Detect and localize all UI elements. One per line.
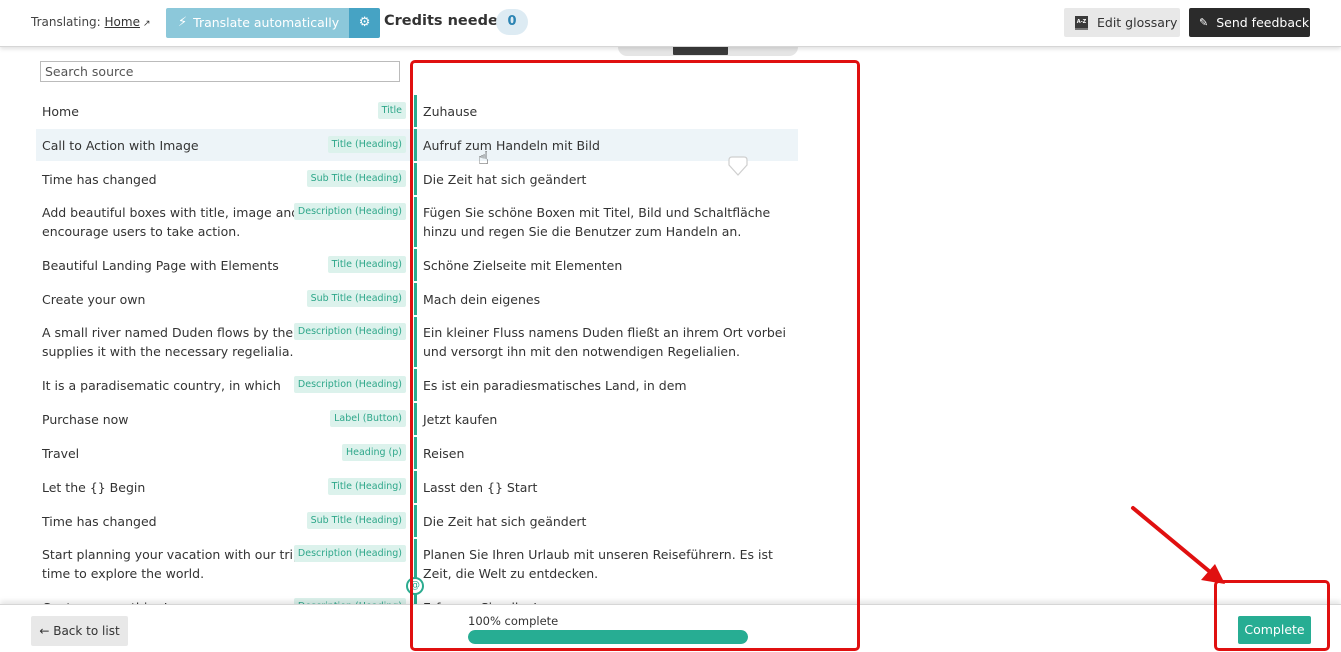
field-type-tag: Title (Heading) <box>327 136 406 153</box>
translation-row: Create your own Sub Title (Heading) Mach… <box>36 283 798 315</box>
field-type-tag: Title (Heading) <box>327 478 406 495</box>
pencil-icon: ✎ <box>1199 16 1209 29</box>
complete-button[interactable]: Complete <box>1238 616 1311 644</box>
target-text: Lasst den {} Start <box>423 479 538 495</box>
translation-row: A small river named Duden flows by their… <box>36 317 798 367</box>
translating-label: Translating: <box>31 15 101 29</box>
target-cell[interactable]: Mach dein eigenes <box>417 283 798 315</box>
translation-row: Let the {} Begin Title (Heading) Lasst d… <box>36 471 798 503</box>
source-cell[interactable]: Time has changed Sub Title (Heading) <box>36 505 410 537</box>
translation-row: Time has changed Sub Title (Heading) Die… <box>36 505 798 537</box>
translation-rows: Home Title Zuhause Call to Action with I… <box>36 95 798 625</box>
edit-glossary-button[interactable]: A-Z Edit glossary <box>1064 8 1180 37</box>
target-cell[interactable]: Lasst den {} Start <box>417 471 798 503</box>
target-cell[interactable]: Zuhause <box>417 95 798 127</box>
source-cell[interactable]: Travel Heading (p) <box>36 437 410 469</box>
page-link[interactable]: Home <box>105 15 140 29</box>
source-cell[interactable]: Beautiful Landing Page with Elements Tit… <box>36 249 410 281</box>
top-bar: Translating: Home ↗ ⚡ Translate automatic… <box>0 0 1341 47</box>
source-cell[interactable]: It is a paradisematic country, in which … <box>36 369 410 401</box>
translation-row: Add beautiful boxes with title, image an… <box>36 197 798 247</box>
translation-row: Travel Heading (p) Reisen <box>36 437 798 469</box>
source-text: Home <box>42 103 79 119</box>
panel-handle-tab[interactable] <box>618 47 798 56</box>
lightning-icon: ⚡ <box>178 15 188 30</box>
progress-bar <box>468 630 748 644</box>
translate-automatically-button[interactable]: ⚡ Translate automatically <box>166 8 350 38</box>
translate-automatically-label: Translate automatically <box>193 15 340 30</box>
target-text: Aufruf zum Handeln mit Bild <box>423 137 600 153</box>
source-cell[interactable]: Create your own Sub Title (Heading) <box>36 283 410 315</box>
field-type-tag: Heading (p) <box>342 444 406 461</box>
field-type-tag: Description (Heading) <box>293 323 406 340</box>
translation-row: Home Title Zuhause <box>36 95 798 127</box>
target-text: Planen Sie Ihren Urlaub mit unseren Reis… <box>423 547 773 581</box>
send-feedback-label: Send feedback <box>1216 15 1310 30</box>
footer-bar: ← Back to list 100% complete Complete <box>0 604 1341 652</box>
target-text: Schöne Zielseite mit Elementen <box>423 257 623 273</box>
translation-row: Purchase now Label (Button) Jetzt kaufen <box>36 403 798 435</box>
target-text: Mach dein eigenes <box>423 291 541 307</box>
field-type-tag: Sub Title (Heading) <box>306 170 406 187</box>
translate-automatically-group: ⚡ Translate automatically ⚙ <box>166 8 381 38</box>
source-cell[interactable]: Call to Action with Image Title (Heading… <box>36 129 410 161</box>
target-text: Es ist ein paradiesmatisches Land, in de… <box>423 377 687 393</box>
auto-translate-settings-button[interactable]: ⚙ <box>349 8 381 38</box>
field-type-tag: Sub Title (Heading) <box>306 290 406 307</box>
field-type-tag: Description (Heading) <box>293 203 406 220</box>
source-cell[interactable]: Purchase now Label (Button) <box>36 403 410 435</box>
target-text: Die Zeit hat sich geändert <box>423 171 587 187</box>
source-cell[interactable]: Start planning your vacation with our tr… <box>36 539 410 589</box>
translation-row: Call to Action with Image Title (Heading… <box>36 129 798 161</box>
target-text: Reisen <box>423 445 465 461</box>
external-link-icon[interactable]: ↗ <box>143 19 151 29</box>
field-type-tag: Label (Button) <box>330 410 406 427</box>
edit-glossary-label: Edit glossary <box>1097 15 1178 30</box>
translation-row: Beautiful Landing Page with Elements Tit… <box>36 249 798 281</box>
source-cell[interactable]: Let the {} Begin Title (Heading) <box>36 471 410 503</box>
source-cell[interactable]: Home Title <box>36 95 410 127</box>
target-text: Die Zeit hat sich geändert <box>423 513 587 529</box>
credits-needed-badge: 0 <box>496 9 528 35</box>
translation-row: Time has changed Sub Title (Heading) Die… <box>36 163 798 195</box>
panel-grip-handle[interactable] <box>673 47 728 55</box>
target-text: Fügen Sie schöne Boxen mit Titel, Bild u… <box>423 205 771 239</box>
target-cell[interactable]: Fügen Sie schöne Boxen mit Titel, Bild u… <box>417 197 798 247</box>
field-type-tag: Title <box>377 102 406 119</box>
target-cell[interactable]: Ein kleiner Fluss namens Duden fließt an… <box>417 317 798 367</box>
help-icon[interactable]: @ <box>406 577 424 595</box>
field-type-tag: Sub Title (Heading) <box>306 512 406 529</box>
translating-info: Translating: Home ↗ <box>31 15 151 29</box>
progress-label: 100% complete <box>468 614 559 628</box>
field-type-tag: Description (Heading) <box>293 545 406 562</box>
source-cell[interactable]: Add beautiful boxes with title, image an… <box>36 197 410 247</box>
field-type-tag: Description (Heading) <box>293 376 406 393</box>
translation-row: It is a paradisematic country, in which … <box>36 369 798 401</box>
target-cell[interactable]: Die Zeit hat sich geändert <box>417 505 798 537</box>
gear-icon: ⚙ <box>358 15 371 30</box>
target-text: Zuhause <box>423 103 478 119</box>
target-cell[interactable]: Es ist ein paradiesmatisches Land, in de… <box>417 369 798 401</box>
source-cell[interactable]: A small river named Duden flows by their… <box>36 317 410 367</box>
search-source-input[interactable] <box>40 61 400 82</box>
field-type-tag: Title (Heading) <box>327 256 406 273</box>
target-cell[interactable]: Jetzt kaufen <box>417 403 798 435</box>
target-cell[interactable]: Planen Sie Ihren Urlaub mit unseren Reis… <box>417 539 798 589</box>
back-to-list-button[interactable]: ← Back to list <box>31 616 128 646</box>
target-cell[interactable]: Schöne Zielseite mit Elementen <box>417 249 798 281</box>
annotation-arrow-icon <box>1131 506 1225 584</box>
target-text: Jetzt kaufen <box>423 411 498 427</box>
comment-icon[interactable] <box>726 154 750 178</box>
send-feedback-button[interactable]: ✎ Send feedback <box>1189 8 1310 37</box>
source-cell[interactable]: Time has changed Sub Title (Heading) <box>36 163 410 195</box>
target-cell[interactable]: Reisen <box>417 437 798 469</box>
credits-needed-label: Credits needed <box>384 13 509 29</box>
glossary-book-icon: A-Z <box>1075 15 1088 30</box>
target-text: Ein kleiner Fluss namens Duden fließt an… <box>423 325 786 359</box>
hand-cursor-icon: ☝ <box>478 148 489 169</box>
progress-fill <box>468 630 748 644</box>
